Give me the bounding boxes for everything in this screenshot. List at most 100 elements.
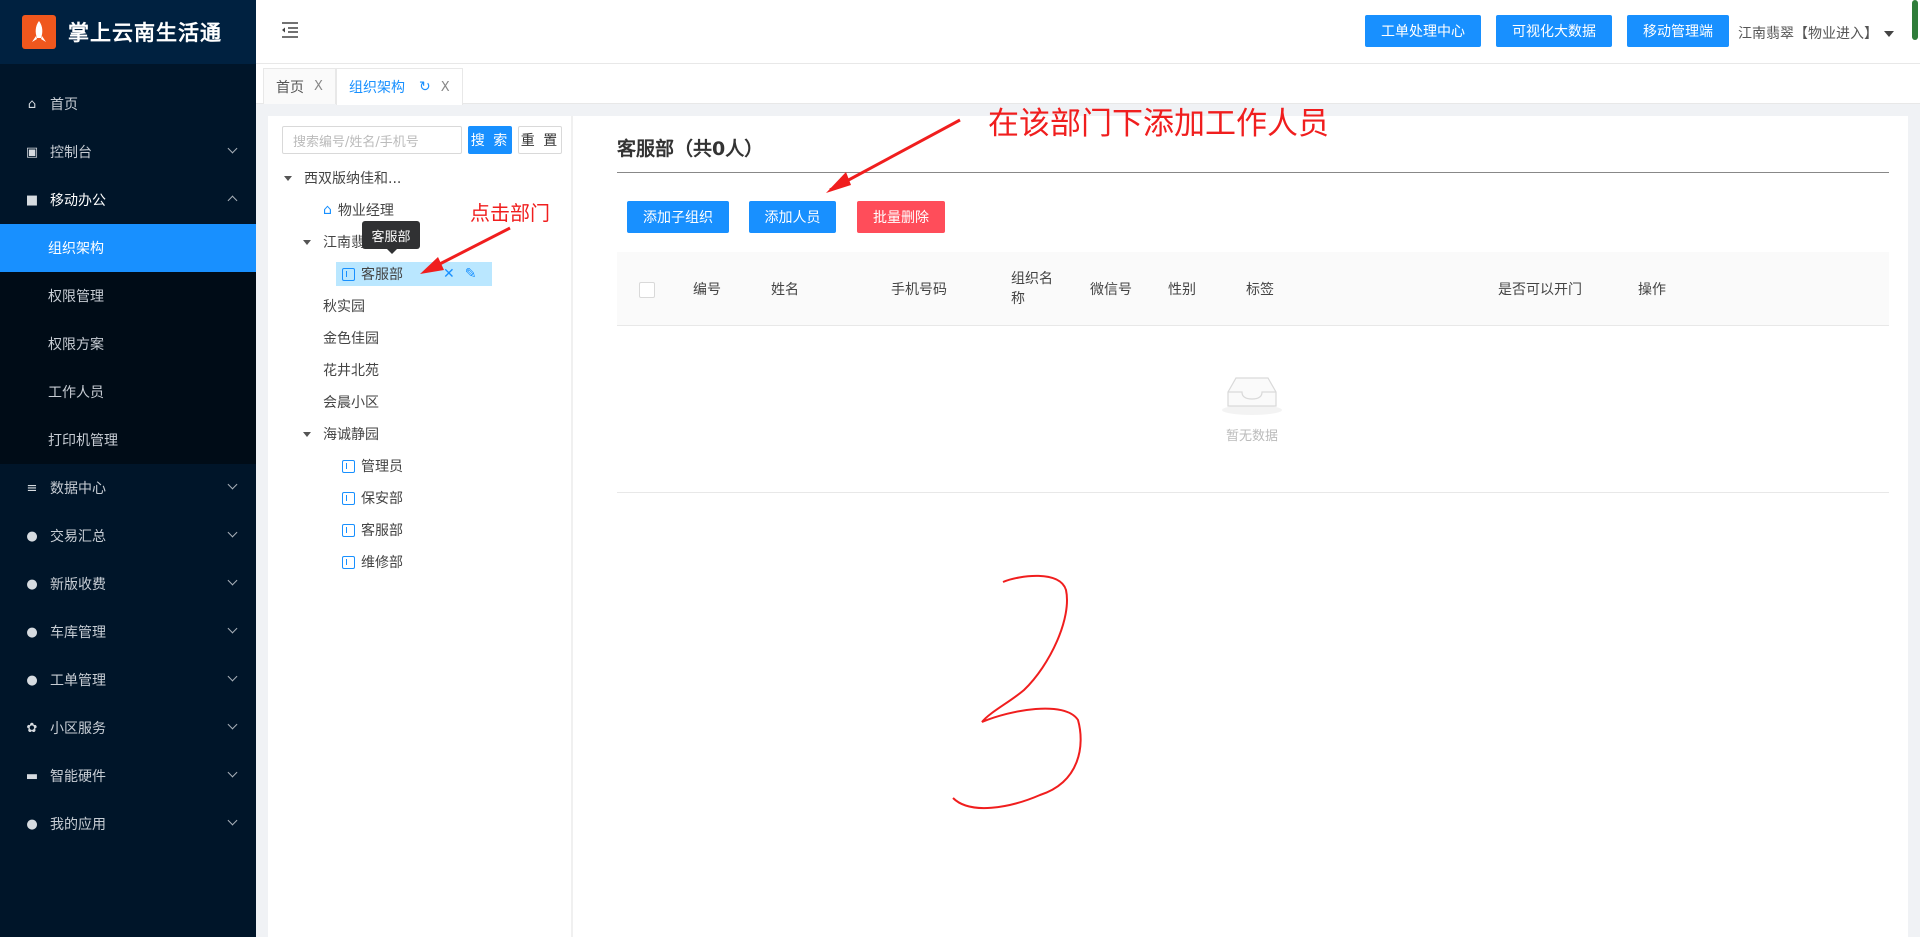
edit-icon[interactable]: ✎ xyxy=(465,266,477,282)
chevron-down-icon xyxy=(227,767,238,778)
close-icon[interactable]: X xyxy=(441,80,450,95)
select-all-checkbox[interactable] xyxy=(639,282,655,298)
tab-home[interactable]: 首页 X xyxy=(263,68,336,104)
medal-icon: ✿ xyxy=(26,720,38,736)
chat-icon: ● xyxy=(26,624,38,640)
column-header: 操作 xyxy=(1638,282,1666,298)
sidebar-item-staff[interactable]: 工作人员 xyxy=(0,368,256,416)
sidebar-item-community-service[interactable]: ✿ 小区服务 xyxy=(0,704,256,752)
chevron-down-icon xyxy=(227,719,238,730)
sidebar-item-data-center[interactable]: ≡ 数据中心 xyxy=(0,464,256,512)
chevron-down-icon xyxy=(227,623,238,634)
user-menu[interactable]: 江南翡翠【物业进入】 xyxy=(1738,23,1894,43)
content-panel: 搜索编号/姓名/手机号 搜 索 重 置 xyxy=(268,116,1908,937)
user-icon: ● xyxy=(26,816,38,832)
column-header: 标签 xyxy=(1246,282,1274,298)
sidebar-item-permission-plan[interactable]: 权限方案 xyxy=(0,320,256,368)
submenu-mobile-office: 组织架构 权限管理 权限方案 工作人员 打印机管理 xyxy=(0,224,256,464)
caret-down-icon[interactable] xyxy=(284,175,292,181)
chevron-down-icon xyxy=(227,527,238,538)
sidebar-item-label: 新版收费 xyxy=(50,577,106,593)
tree-node-label: 西双版纳佳和... xyxy=(304,171,402,187)
sidebar-item-org-structure[interactable]: 组织架构 xyxy=(0,224,256,272)
close-icon[interactable]: X xyxy=(314,79,323,94)
sidebar-item-transactions[interactable]: ● 交易汇总 xyxy=(0,512,256,560)
tab-label: 组织架构 xyxy=(349,80,405,96)
sidebar-item-garage[interactable]: ● 车库管理 xyxy=(0,608,256,656)
batch-delete-button[interactable]: 批量删除 xyxy=(857,201,945,233)
column-header: 微信号 xyxy=(1090,282,1132,298)
tree-node-haicheng[interactable]: 海诚静园 xyxy=(303,422,379,446)
sidebar-item-label: 控制台 xyxy=(50,145,92,161)
sidebar-item-mobile-office[interactable]: ■ 移动办公 xyxy=(0,176,256,224)
logo[interactable]: 掌上云南生活通 xyxy=(0,0,256,64)
search-button[interactable]: 搜 索 xyxy=(468,126,512,154)
sidebar-item-new-charge[interactable]: ● 新版收费 xyxy=(0,560,256,608)
sidebar-item-label: 交易汇总 xyxy=(50,529,106,545)
department-icon xyxy=(342,459,355,473)
visual-big-data-button[interactable]: 可视化大数据 xyxy=(1496,15,1612,47)
home-icon: ⌂ xyxy=(27,96,37,112)
tree-node-jinse[interactable]: 金色佳园 xyxy=(323,326,379,350)
caret-down-icon[interactable] xyxy=(303,431,311,437)
department-icon xyxy=(342,523,355,537)
sidebar-item-work-orders[interactable]: ● 工单管理 xyxy=(0,656,256,704)
column-header: 编号 xyxy=(693,282,721,298)
tree-node-label: 保安部 xyxy=(361,491,403,507)
tree-node-kefu[interactable]: 客服部 xyxy=(342,518,403,542)
tree-node-qiushi[interactable]: 秋实园 xyxy=(323,294,365,318)
sidebar-item-label: 小区服务 xyxy=(50,721,106,737)
home-outline-icon: ⌂ xyxy=(323,202,332,218)
database-icon: ≡ xyxy=(26,480,38,496)
tree-node-huichen[interactable]: 会晨小区 xyxy=(323,390,379,414)
sidebar-item-my-apps[interactable]: ● 我的应用 xyxy=(0,800,256,848)
menu-fold-icon[interactable] xyxy=(280,20,300,40)
column-header: 姓名 xyxy=(771,282,799,298)
delete-icon[interactable]: ✕ xyxy=(443,266,455,282)
sidebar-item-console[interactable]: ▣ 控制台 xyxy=(0,128,256,176)
work-order-center-button[interactable]: 工单处理中心 xyxy=(1365,15,1481,47)
reload-icon[interactable]: ↻ xyxy=(419,79,431,95)
tab-label: 首页 xyxy=(276,79,304,96)
add-person-button[interactable]: 添加人员 xyxy=(749,201,836,233)
tree-node-label: 维修部 xyxy=(361,555,403,571)
add-sub-org-button[interactable]: 添加子组织 xyxy=(627,201,729,233)
tree-node-label: 客服部 xyxy=(361,523,403,539)
tree-node-admin[interactable]: 管理员 xyxy=(342,454,403,478)
hardware-icon: ▬ xyxy=(25,768,39,784)
sidebar-item-printer[interactable]: 打印机管理 xyxy=(0,416,256,464)
reset-button[interactable]: 重 置 xyxy=(518,126,562,154)
money-bag-icon: ● xyxy=(26,528,38,544)
sidebar-item-permission-mgmt[interactable]: 权限管理 xyxy=(0,272,256,320)
chat-icon: ● xyxy=(26,672,38,688)
tree-node-root[interactable]: 西双版纳佳和... xyxy=(284,166,401,190)
tree-node-huajing[interactable]: 花井北苑 xyxy=(323,358,379,382)
sidebar: 掌上云南生活通 ⌂ 首页 ▣ 控制台 ■ 移动办公 组织架构 权限管理 权限方案… xyxy=(0,0,256,937)
tree-node-manager[interactable]: ⌂ 物业经理 xyxy=(323,198,394,222)
column-header: 组织名 称 xyxy=(1011,271,1053,307)
caret-down-icon[interactable] xyxy=(303,239,311,245)
tooltip: 客服部 xyxy=(362,221,420,254)
column-header: 是否可以开门 xyxy=(1498,282,1582,298)
sidebar-item-label: 移动办公 xyxy=(50,193,106,209)
column-header: 性别 xyxy=(1168,282,1196,298)
empty-inbox-icon xyxy=(1222,377,1282,415)
tree-node-weixiu[interactable]: 维修部 xyxy=(342,550,403,574)
chat-icon: ● xyxy=(26,576,38,592)
sidebar-item-label: 车库管理 xyxy=(50,625,106,641)
mobile-admin-button[interactable]: 移动管理端 xyxy=(1627,15,1729,47)
tree-node-kefu-selected[interactable]: 客服部 ✕ ✎ xyxy=(336,262,493,286)
search-input[interactable]: 搜索编号/姓名/手机号 xyxy=(282,126,462,154)
tab-org-structure[interactable]: 组织架构 ↻ X xyxy=(336,68,463,105)
scrollbar[interactable] xyxy=(1912,0,1918,40)
divider xyxy=(617,172,1889,173)
table-header: 编号 姓名 手机号码 组织名 称 微信号 性别 标签 是否可以开门 操作 xyxy=(617,252,1889,326)
column-header: 手机号码 xyxy=(891,282,947,298)
chevron-down-icon xyxy=(227,671,238,682)
sidebar-item-home[interactable]: ⌂ 首页 xyxy=(0,80,256,128)
sidebar-item-label: 工单管理 xyxy=(50,673,106,689)
sidebar-menu: ⌂ 首页 ▣ 控制台 ■ 移动办公 组织架构 权限管理 权限方案 工作人员 打印… xyxy=(0,64,256,848)
sidebar-item-smart-hardware[interactable]: ▬ 智能硬件 xyxy=(0,752,256,800)
tree-node-baoan[interactable]: 保安部 xyxy=(342,486,403,510)
department-icon xyxy=(342,491,355,505)
